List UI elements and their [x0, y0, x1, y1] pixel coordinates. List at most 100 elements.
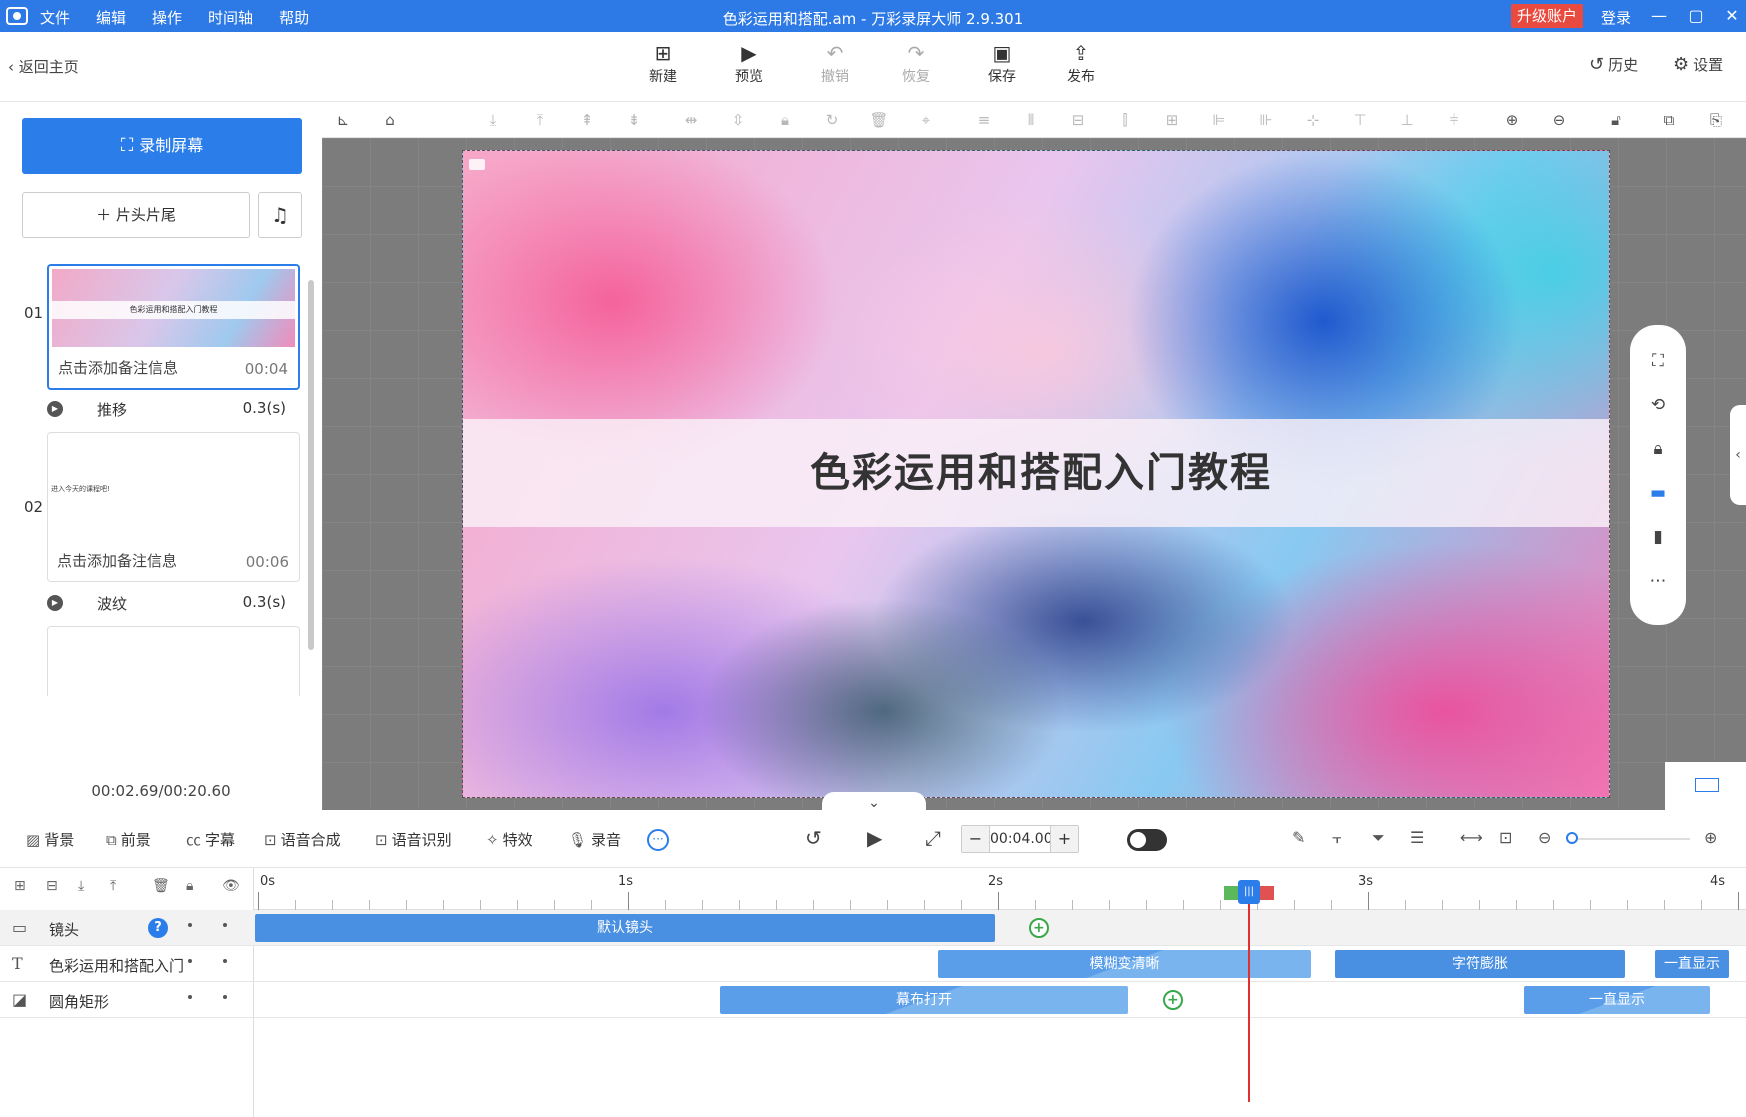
- publish-button[interactable]: ⇪ 发布: [1051, 42, 1111, 86]
- copy-icon[interactable]: ⧉: [1658, 110, 1680, 130]
- dot-icon[interactable]: [223, 959, 227, 963]
- menu-help[interactable]: 帮助: [279, 7, 309, 28]
- back-home-button[interactable]: ‹ 返回主页: [8, 56, 79, 77]
- paste-icon[interactable]: ⎘: [1705, 110, 1727, 130]
- close-icon[interactable]: ✕: [1720, 5, 1744, 27]
- time-stepper[interactable]: − 00:04.00 +: [961, 825, 1079, 853]
- save-button[interactable]: ▣ 保存: [972, 42, 1032, 86]
- fullscreen-icon[interactable]: ⤢: [925, 826, 941, 850]
- align-bottom-icon[interactable]: ⊥: [1396, 110, 1418, 130]
- zoom-slider-handle[interactable]: [1566, 832, 1578, 844]
- playhead-in-marker[interactable]: [1224, 886, 1238, 900]
- desktop-icon[interactable]: ▬: [1646, 481, 1670, 505]
- undo-button[interactable]: ↶ 撤销: [805, 42, 865, 86]
- align-middle-icon[interactable]: ⊟: [1067, 110, 1089, 130]
- eye-icon[interactable]: 👁︎: [222, 878, 240, 894]
- align-vcenter-icon[interactable]: ⫩: [1443, 110, 1465, 130]
- add-keyframe-icon[interactable]: +: [1158, 985, 1188, 1015]
- preview-button[interactable]: ▶ 预览: [719, 42, 779, 86]
- slide-note[interactable]: 点击添加备注信息: [57, 550, 177, 571]
- playhead-out-marker[interactable]: [1260, 886, 1274, 900]
- add-folder-icon[interactable]: ⊞: [14, 878, 26, 894]
- music-button[interactable]: ♫: [258, 192, 302, 238]
- align-top-icon[interactable]: ⊤: [1349, 110, 1371, 130]
- collapse-panel-icon[interactable]: ‹: [1730, 405, 1746, 505]
- transition-item-2[interactable]: ▶ 波纹 0.3(s): [47, 593, 300, 613]
- play-icon[interactable]: ▶: [867, 826, 882, 850]
- minus-icon[interactable]: −: [962, 826, 990, 852]
- plus-icon[interactable]: +: [1050, 826, 1078, 852]
- move-up-icon[interactable]: ⇞: [576, 110, 598, 130]
- rotate-icon[interactable]: ↻: [821, 110, 843, 130]
- menu-timeline[interactable]: 时间轴: [208, 7, 253, 28]
- focus-icon[interactable]: ⌖: [915, 110, 937, 130]
- mobile-icon[interactable]: ▮: [1646, 525, 1670, 549]
- redo-button[interactable]: ↷ 恢复: [886, 42, 946, 86]
- fit-width-icon[interactable]: ⟷: [1460, 828, 1483, 847]
- background-button[interactable]: ▨ 背景: [26, 829, 74, 850]
- move-bottom-icon[interactable]: ⤓: [482, 110, 504, 130]
- effects-button[interactable]: ✧ 特效: [486, 829, 533, 850]
- track-camera[interactable]: ▭ 镜头 ? 默认镜头 +: [0, 910, 1746, 946]
- replay-icon[interactable]: ↺: [805, 826, 822, 850]
- more-icon[interactable]: ⋯: [1646, 569, 1670, 593]
- history-button[interactable]: ↺ 历史: [1589, 54, 1638, 75]
- home-icon[interactable]: ⌂: [379, 110, 401, 130]
- clip-curtain-open[interactable]: 幕布打开: [720, 986, 1128, 1014]
- zoom-out-icon[interactable]: ⊖: [1538, 828, 1551, 847]
- upgrade-account-button[interactable]: 升级账户: [1511, 4, 1584, 28]
- ruler-icon[interactable]: ⊾: [332, 110, 354, 130]
- menu-edit[interactable]: 编辑: [96, 7, 126, 28]
- tts-button[interactable]: ⊡ 语音合成: [264, 829, 341, 850]
- sliders-icon[interactable]: ☰: [1410, 828, 1424, 847]
- transition-item-1[interactable]: ▶ 推移 0.3(s): [47, 399, 300, 419]
- zoom-in-icon[interactable]: ⊕: [1704, 828, 1717, 847]
- clip-char-expand[interactable]: 字符膨胀: [1335, 950, 1625, 978]
- slide-thumbnail-3[interactable]: [47, 626, 300, 696]
- clip-always-show[interactable]: 一直显示: [1524, 986, 1710, 1014]
- move-down-icon[interactable]: ⇟: [623, 110, 645, 130]
- rotate-screen-icon[interactable]: ⟲: [1646, 393, 1670, 417]
- slide-note[interactable]: 点击添加备注信息: [58, 357, 178, 378]
- clip-always-show[interactable]: 一直显示: [1655, 950, 1729, 978]
- minimize-icon[interactable]: —: [1647, 5, 1671, 27]
- flip-horizontal-icon[interactable]: ⇹: [680, 110, 702, 130]
- distribute-h-icon[interactable]: ⫿: [1114, 110, 1136, 130]
- track-rounded-rect[interactable]: ◪ 圆角矩形 幕布打开 + 一直显示: [0, 982, 1746, 1018]
- time-ruler[interactable]: 0s 1s 2s 3s 4s: [254, 868, 1746, 910]
- align-left-icon[interactable]: ⫴: [1020, 110, 1042, 130]
- slide-thumbnail-1[interactable]: 色彩运用和搭配入门教程 点击添加备注信息 00:04: [47, 264, 300, 390]
- lock-icon[interactable]: 🔒︎: [1646, 437, 1670, 461]
- move-down-icon[interactable]: ⤓: [78, 878, 84, 894]
- zoom-slider[interactable]: [1570, 838, 1690, 840]
- clip-blur-to-clear[interactable]: 模糊变清晰: [938, 950, 1311, 978]
- clip-default-camera[interactable]: 默认镜头: [255, 914, 995, 942]
- trash-icon[interactable]: 🗑︎: [868, 110, 890, 130]
- split-icon[interactable]: ⫟: [1332, 828, 1342, 848]
- move-up-icon[interactable]: ⤒: [110, 878, 116, 894]
- new-button[interactable]: ⊞ 新建: [633, 42, 693, 86]
- lock-icon[interactable]: 🔒︎: [774, 110, 796, 130]
- move-top-icon[interactable]: ⤒: [529, 110, 551, 130]
- help-icon[interactable]: ?: [148, 918, 168, 938]
- playhead-line[interactable]: [1248, 880, 1250, 1102]
- minimap[interactable]: [1665, 762, 1746, 810]
- time-value[interactable]: 00:04.00: [990, 826, 1053, 852]
- align-center-icon[interactable]: ≡: [973, 110, 995, 130]
- playhead-handle[interactable]: |||: [1238, 880, 1260, 904]
- play-icon[interactable]: ▶: [47, 400, 63, 417]
- edit-icon[interactable]: ✎: [1292, 828, 1305, 847]
- trash-icon[interactable]: 🗑︎: [152, 878, 170, 894]
- zoom-out-icon[interactable]: ⊖: [1548, 110, 1570, 130]
- slide-thumbnail-2[interactable]: 进入今天的课程吧! 点击添加备注信息 00:06: [47, 432, 300, 582]
- foreground-button[interactable]: ⧉ 前景: [106, 829, 151, 850]
- dot-icon[interactable]: [223, 995, 227, 999]
- record-screen-button[interactable]: ⛶ 录制屏幕: [22, 118, 302, 174]
- menu-operate[interactable]: 操作: [152, 7, 182, 28]
- dot-icon[interactable]: [188, 959, 192, 963]
- banner-title[interactable]: 色彩运用和搭配入门教程: [463, 419, 1609, 527]
- artboard[interactable]: 色彩运用和搭配入门教程: [462, 150, 1610, 798]
- dot-icon[interactable]: [223, 923, 227, 927]
- scrollbar[interactable]: [308, 280, 314, 650]
- subtitle-button[interactable]: ㏄字幕: [186, 829, 235, 850]
